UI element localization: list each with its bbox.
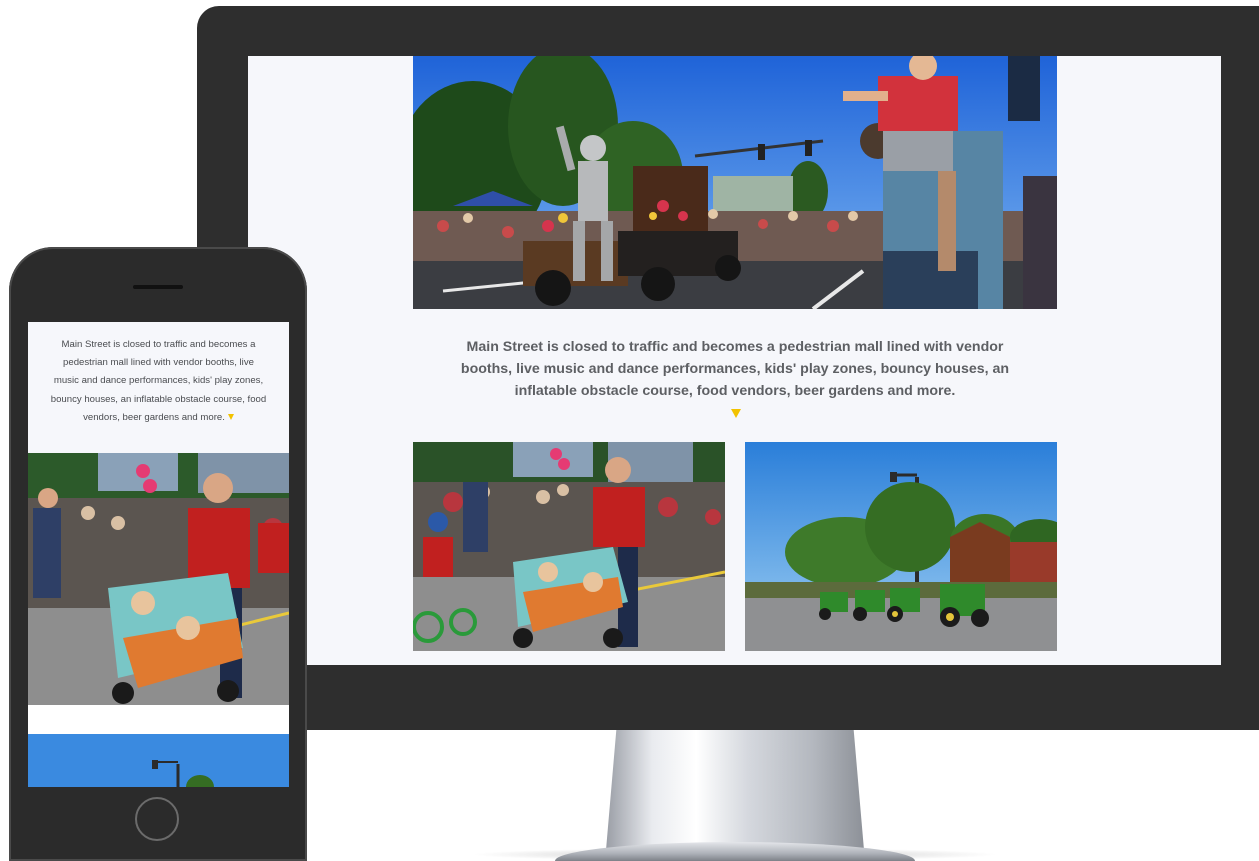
mobile-spacer <box>28 705 289 734</box>
mobile-tractor-parade-photo <box>28 734 289 787</box>
monitor-stand <box>606 730 864 850</box>
festival-description: Main Street is closed to traffic and bec… <box>460 339 1010 399</box>
mobile-stroller-family-photo <box>28 453 289 705</box>
tractor-parade-photo <box>745 442 1057 651</box>
mobile-festival-description: Main Street is closed to traffic and bec… <box>50 339 267 423</box>
mobile-screen[interactable]: Main Street is closed to traffic and bec… <box>28 322 289 787</box>
phone-home-button[interactable] <box>135 797 179 841</box>
stroller-family-photo <box>413 442 725 651</box>
mobile-description-wrapper: Main Street is closed to traffic and bec… <box>50 336 267 427</box>
mobile-phone: Main Street is closed to traffic and bec… <box>9 247 307 861</box>
mobile-description-block: Main Street is closed to traffic and bec… <box>28 322 289 453</box>
down-triangle-icon[interactable] <box>227 414 234 421</box>
parade-hero-photo <box>413 56 1057 309</box>
down-triangle-icon[interactable] <box>731 409 741 418</box>
desktop-screen[interactable]: Main Street is closed to traffic and bec… <box>248 56 1221 665</box>
phone-speaker <box>133 285 183 289</box>
desktop-monitor: Main Street is closed to traffic and bec… <box>197 6 1259 730</box>
